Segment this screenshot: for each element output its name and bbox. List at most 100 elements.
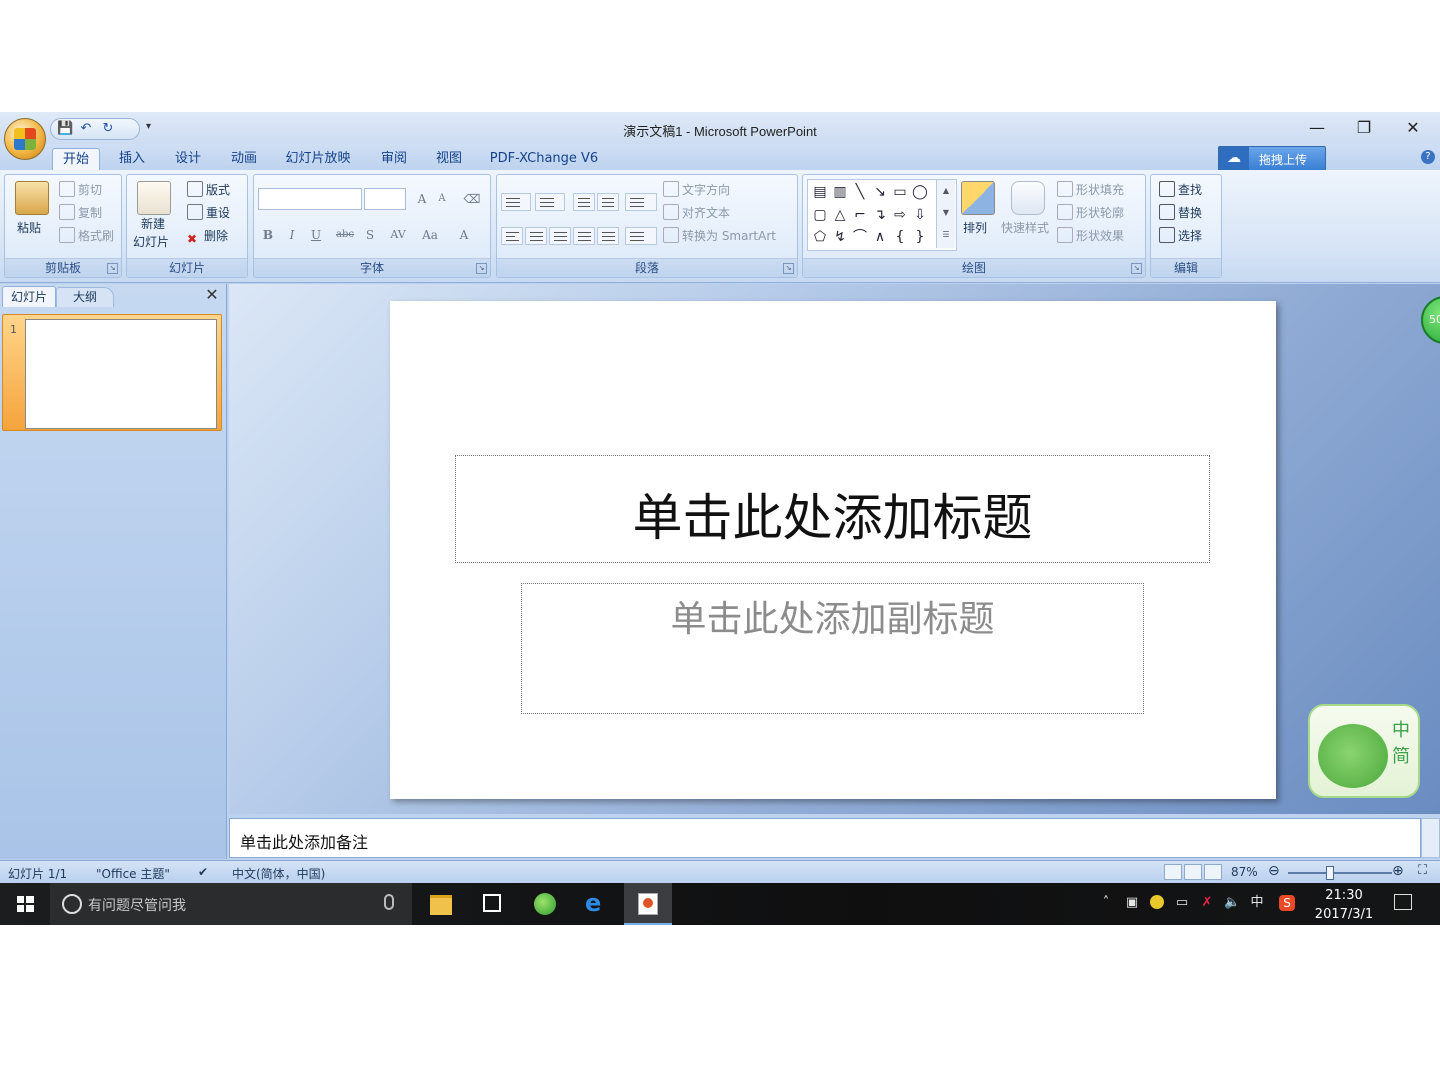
replace-button[interactable]: 替换 (1159, 204, 1202, 221)
office-button[interactable] (4, 118, 46, 160)
microphone-icon[interactable] (384, 894, 394, 910)
close-button[interactable]: ✕ (1390, 116, 1436, 140)
dialog-launcher-icon[interactable]: ↘ (107, 263, 118, 274)
find-button[interactable]: 查找 (1159, 181, 1202, 198)
italic-button[interactable]: I (282, 225, 302, 245)
paste-icon[interactable] (15, 181, 49, 215)
font-name-combobox[interactable] (258, 188, 362, 210)
triangle-shape-icon[interactable]: △ (832, 207, 848, 223)
align-right-icon[interactable] (549, 227, 571, 245)
zoom-out-icon[interactable]: ⊖ (1268, 863, 1280, 879)
align-text-button[interactable]: 对齐文本 (663, 204, 730, 221)
select-button[interactable]: 选择 (1159, 227, 1202, 244)
quick-styles-icon[interactable] (1011, 181, 1045, 215)
arrange-icon[interactable] (961, 181, 995, 215)
tab-slideshow[interactable]: 幻灯片放映 (280, 148, 356, 170)
slide-thumbnail[interactable] (25, 319, 217, 429)
left-brace-shape-icon[interactable]: { (892, 229, 908, 245)
network-icon[interactable]: ✗ (1199, 895, 1215, 911)
slide-canvas[interactable]: 单击此处添加标题 单击此处添加副标题 (390, 301, 1276, 799)
ime-indicator[interactable]: 中 (1249, 895, 1265, 911)
dialog-launcher-icon[interactable]: ↘ (476, 263, 487, 274)
rounded-rect-shape-icon[interactable]: ▢ (812, 207, 828, 223)
arc-shape-icon[interactable]: ⌒ (852, 229, 868, 245)
language[interactable]: 中文(简体，中国) (232, 865, 325, 882)
gallery-scroll-icon[interactable]: ▲ ▼ ☰ (936, 180, 955, 248)
shape-fill-button[interactable]: 形状填充 (1057, 181, 1124, 198)
shrink-font-button[interactable]: A (432, 189, 452, 209)
tab-design[interactable]: 设计 (166, 148, 210, 170)
subtitle-placeholder[interactable]: 单击此处添加副标题 (521, 583, 1144, 714)
help-icon[interactable]: ? (1421, 150, 1435, 164)
clear-format-icon[interactable]: ⌫ (462, 189, 482, 209)
taskbar-clock[interactable]: 21:30 2017/3/1 (1308, 886, 1380, 924)
tab-outline[interactable]: 大纲 (56, 287, 114, 307)
underline-button[interactable]: U (306, 225, 326, 245)
align-center-icon[interactable] (525, 227, 547, 245)
bold-button[interactable]: B (258, 225, 278, 245)
minimize-button[interactable]: — (1294, 116, 1340, 140)
shape-outline-button[interactable]: 形状轮廓 (1057, 204, 1124, 221)
floating-badge[interactable]: 50 (1421, 296, 1440, 344)
upload-button[interactable]: ☁ 拖拽上传 (1218, 146, 1326, 171)
tab-view[interactable]: 视图 (427, 148, 471, 170)
cortana-search[interactable]: 有问题尽管问我 (50, 883, 412, 925)
store-icon[interactable] (468, 883, 516, 925)
notification-center-icon[interactable] (1394, 894, 1412, 910)
tab-review[interactable]: 审阅 (372, 148, 416, 170)
tab-insert[interactable]: 插入 (110, 148, 154, 170)
line-spacing-icon[interactable] (625, 193, 657, 211)
rectangle-shape-icon[interactable]: ▭ (892, 184, 908, 200)
tab-animations[interactable]: 动画 (222, 148, 266, 170)
justify-icon[interactable] (573, 227, 595, 245)
line-shape-icon[interactable]: ╲ (852, 184, 868, 200)
lightning-shape-icon[interactable]: ↯ (832, 229, 848, 245)
format-painter-button[interactable]: 格式刷 (59, 227, 114, 244)
title-placeholder[interactable]: 单击此处添加标题 (455, 455, 1210, 563)
textbox-shape-icon[interactable]: ▤ (812, 184, 828, 200)
tray-security-icon[interactable] (1149, 895, 1165, 911)
ime-skin-widget[interactable]: 中 简 (1308, 704, 1420, 798)
slideshow-view-icon[interactable] (1204, 864, 1222, 880)
normal-view-icon[interactable] (1164, 864, 1182, 880)
slide-thumbnail-item[interactable]: 1 (2, 314, 222, 431)
new-slide-label-2[interactable]: 幻灯片 (133, 233, 169, 250)
close-icon[interactable]: ✕ (204, 286, 220, 304)
spellcheck-icon[interactable]: ✔ (198, 865, 208, 879)
chevron-up-icon[interactable]: ˄ (1098, 895, 1114, 911)
distributed-icon[interactable] (597, 227, 619, 245)
dialog-launcher-icon[interactable]: ↘ (1131, 263, 1142, 274)
browser-360-icon[interactable] (520, 883, 568, 925)
right-arrow-shape-icon[interactable]: ⇨ (892, 207, 908, 223)
columns-icon[interactable] (625, 227, 657, 245)
oval-shape-icon[interactable]: ◯ (912, 184, 928, 200)
layout-button[interactable]: 版式 (187, 181, 230, 198)
restore-button[interactable]: ❐ (1341, 116, 1387, 140)
shapes-gallery[interactable]: ▤ ▥ ╲ ↘ ▭ ◯ ▢ △ ⌐ ↴ ⇨ ⇩ ⬠ ↯ ⌒ ∧ { } ▲ ▼ ☰ (807, 179, 957, 251)
new-slide-icon[interactable] (137, 181, 171, 215)
font-size-combobox[interactable] (364, 188, 406, 210)
strikethrough-button[interactable]: abc (332, 225, 358, 245)
reset-button[interactable]: 重设 (187, 204, 230, 221)
copy-button[interactable]: 复制 (59, 204, 102, 221)
dialog-launcher-icon[interactable]: ↘ (783, 263, 794, 274)
arrow-shape-icon[interactable]: ↘ (872, 184, 888, 200)
edge-icon[interactable]: e (572, 883, 620, 925)
elbow-connector-icon[interactable]: ⌐ (852, 207, 868, 223)
right-brace-shape-icon[interactable]: } (912, 229, 928, 245)
tray-app-icon[interactable]: ▣ (1124, 895, 1140, 911)
delete-slide-button[interactable]: ✖ 删除 (187, 227, 228, 246)
text-direction-button[interactable]: 文字方向 (663, 181, 730, 198)
shape-effects-button[interactable]: 形状效果 (1057, 227, 1124, 244)
tab-home[interactable]: 开始 (52, 148, 100, 171)
character-spacing-button[interactable]: AV (384, 225, 412, 245)
pentagon-shape-icon[interactable]: ⬠ (812, 229, 828, 245)
cut-button[interactable]: 剪切 (59, 181, 102, 198)
slide-sorter-icon[interactable] (1184, 864, 1202, 880)
paste-button[interactable]: 粘贴 (17, 219, 41, 236)
tab-pdf-xchange[interactable]: PDF-XChange V6 (486, 148, 602, 170)
fit-to-window-icon[interactable]: ⛶ (1418, 863, 1427, 878)
notes-scrollbar[interactable] (1421, 818, 1440, 858)
notes-pane[interactable]: 单击此处添加备注 (229, 818, 1421, 858)
change-case-button[interactable]: Aa (416, 225, 444, 245)
